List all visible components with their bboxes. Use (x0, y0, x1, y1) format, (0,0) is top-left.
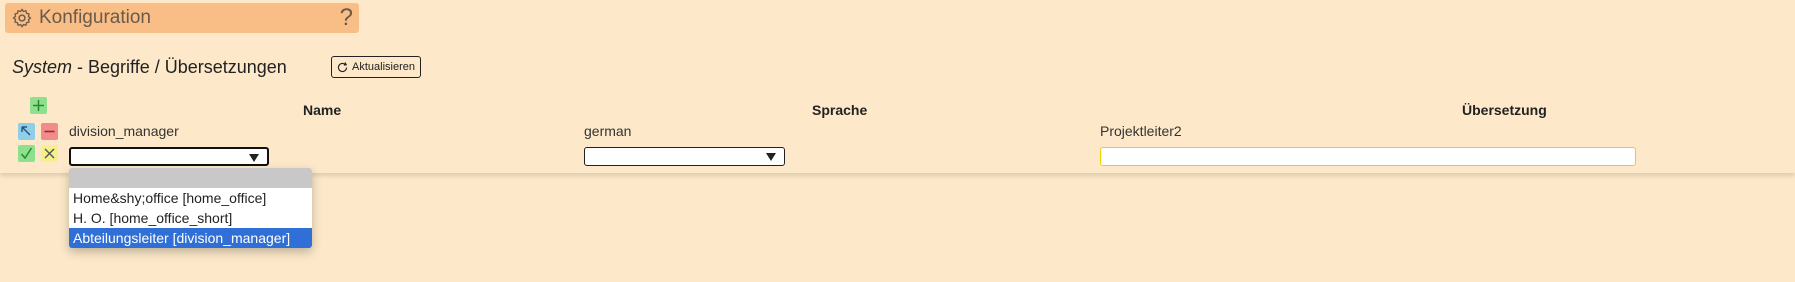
add-button[interactable] (30, 97, 47, 114)
confirm-icon (20, 147, 33, 160)
row-name: division_manager (69, 123, 179, 139)
cancel-button[interactable] (41, 145, 58, 162)
gear-icon[interactable] (11, 7, 33, 29)
dropdown-arrow-icon (249, 154, 259, 162)
dropdown-option[interactable]: H. O. [home_office_short] (69, 208, 312, 228)
page-title: Konfiguration (39, 7, 151, 28)
dropdown-arrow-icon (766, 153, 776, 161)
add-icon (33, 100, 44, 111)
edit-icon (21, 126, 31, 136)
name-select[interactable] (69, 147, 269, 166)
header-bar: Konfiguration ? (5, 3, 359, 33)
refresh-label: Aktualisieren (352, 61, 415, 73)
language-select[interactable] (584, 147, 785, 166)
confirm-button[interactable] (18, 145, 35, 162)
help-icon[interactable]: ? (340, 4, 353, 32)
delete-button[interactable] (41, 123, 58, 140)
refresh-button[interactable]: Aktualisieren (331, 56, 421, 78)
dropdown-option[interactable]: Home&shy;office [home_office] (69, 188, 312, 208)
refresh-icon (337, 61, 348, 72)
translation-input[interactable] (1100, 147, 1636, 166)
heading-system: System (12, 57, 73, 77)
column-header-language[interactable]: Sprache (812, 102, 867, 118)
heading-title: - Begriffe / Übersetzungen (72, 57, 287, 77)
dropdown-option[interactable] (69, 168, 312, 188)
dropdown-option-selected[interactable]: Abteilungsleiter [division_manager] (69, 228, 312, 248)
column-header-name[interactable]: Name (303, 102, 341, 118)
row-translation: Projektleiter2 (1100, 123, 1182, 139)
column-header-translation[interactable]: Übersetzung (1462, 102, 1547, 118)
edit-button[interactable] (18, 123, 35, 140)
cancel-icon (44, 148, 55, 159)
name-dropdown-list: Home&shy;office [home_office] H. O. [hom… (69, 168, 312, 248)
delete-icon (44, 130, 55, 133)
section-heading: System - Begriffe / Übersetzungen (12, 57, 287, 78)
row-language: german (584, 123, 632, 139)
